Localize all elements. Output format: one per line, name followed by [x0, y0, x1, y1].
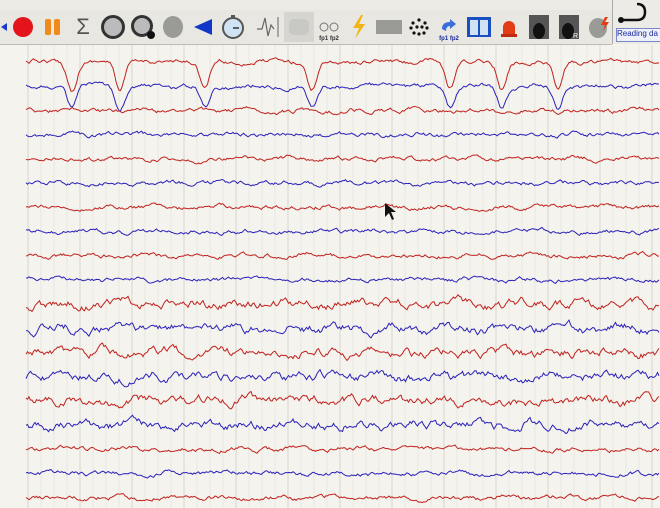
electrode-cap-alarm-icon [131, 15, 155, 39]
eeg-channel-trace [25, 178, 660, 188]
eeg-channel-trace [25, 319, 660, 339]
eeg-channel-trace [25, 469, 660, 479]
video-icon [529, 15, 549, 39]
eeg-channel-trace [25, 493, 660, 504]
eeg-channel-trace [25, 390, 660, 410]
eeg-channel-trace [25, 342, 660, 362]
video-r-button[interactable]: R [554, 12, 584, 42]
back-triangle-icon [194, 19, 212, 35]
reference-swap-button[interactable]: fp1 fp2 [434, 12, 464, 42]
record-icon [13, 17, 33, 37]
lightning-icon [353, 15, 365, 39]
video-r-icon: R [559, 15, 579, 39]
eeg-channel-trace [26, 275, 660, 285]
toolbar: Σ fp1 fp2 fp1 fp2 R [0, 10, 612, 45]
stopwatch-icon [222, 15, 244, 39]
eeg-channel-trace [25, 57, 660, 92]
montage-button[interactable]: fp1 fp2 [314, 12, 344, 42]
spectrum-icon [376, 20, 402, 34]
eeg-channel-trace [25, 368, 660, 388]
eeg-channel-trace [25, 226, 660, 237]
eeg-channel-trace [25, 444, 660, 455]
electrode-cap-button[interactable] [98, 12, 128, 42]
pause-button[interactable] [38, 12, 68, 42]
pause-icon [45, 19, 60, 35]
brain-icon [163, 16, 183, 38]
electrode-cap-alarm-button[interactable] [128, 12, 158, 42]
brain-button[interactable] [158, 12, 188, 42]
electrode-grid-button[interactable] [404, 12, 434, 42]
svg-text:R: R [573, 33, 578, 39]
brain-lightning-icon [589, 17, 609, 38]
record-button[interactable] [8, 12, 38, 42]
alarm-button[interactable] [494, 12, 524, 42]
alarm-light-icon [501, 21, 517, 37]
reference-swap-icon [442, 19, 456, 31]
back-button[interactable] [188, 12, 218, 42]
montage-label: fp1 fp2 [319, 36, 339, 42]
amplifier-button[interactable] [284, 12, 314, 42]
montage-icon [319, 22, 339, 32]
left-arrow-icon[interactable] [0, 12, 8, 42]
eeg-channel-trace [25, 202, 660, 213]
book-button[interactable] [464, 12, 494, 42]
stopwatch-button[interactable] [218, 12, 248, 42]
spectrum-button[interactable] [374, 12, 404, 42]
eeg-channel-trace [25, 154, 660, 165]
waveform-scale-icon [257, 17, 279, 37]
eeg-channel-trace [25, 81, 660, 112]
waveform-scale-button[interactable] [254, 12, 284, 42]
brain-lightning-button[interactable] [584, 12, 614, 42]
eeg-channel-trace [25, 250, 660, 261]
electrode-grid-icon [409, 18, 429, 36]
eeg-channel-trace [25, 414, 660, 435]
lightning-button[interactable] [344, 12, 374, 42]
eeg-trace-area[interactable] [0, 45, 660, 508]
video-button[interactable] [524, 12, 554, 42]
eeg-channel-trace [25, 130, 660, 139]
book-icon [467, 17, 491, 37]
connection-icon [618, 2, 647, 23]
reading-status: Reading da [616, 28, 660, 42]
electrode-cap-icon [101, 15, 125, 39]
sum-button[interactable]: Σ [68, 12, 98, 42]
eeg-channel-trace [25, 294, 660, 313]
amplifier-icon [289, 19, 309, 35]
reference-swap-label: fp1 fp2 [439, 36, 459, 42]
sum-icon: Σ [76, 14, 90, 39]
